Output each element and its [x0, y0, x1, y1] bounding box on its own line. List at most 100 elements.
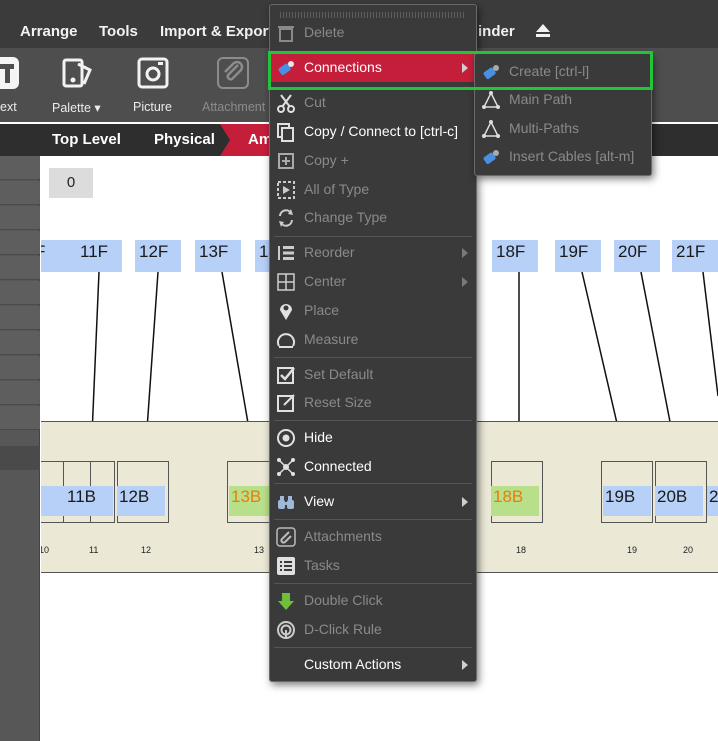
menu-item-center[interactable]: Center — [270, 268, 476, 296]
menu-item-reset-size[interactable]: Reset Size — [270, 389, 476, 417]
menu-item-custom-actions[interactable]: Custom Actions — [270, 651, 476, 679]
front-port-label[interactable]: 20F — [614, 240, 660, 272]
submenu-item-multi-paths[interactable]: Multi-Paths — [475, 115, 651, 143]
copy-plus-icon — [278, 153, 294, 169]
context-menu: Delete Connections Cut Copy / Connect to… — [269, 4, 477, 682]
cable-icon — [483, 65, 499, 79]
menu-item-all-of-type[interactable]: All of Type — [270, 176, 476, 204]
menu-item-tasks[interactable]: Tasks — [270, 552, 476, 580]
menu-item-label: Reorder — [304, 244, 355, 260]
eject-icon[interactable] — [534, 22, 552, 40]
double-click-icon — [278, 593, 294, 610]
left-panel-row[interactable] — [0, 281, 40, 305]
left-panel-row[interactable] — [0, 231, 40, 255]
breadcrumb-physical[interactable]: Physical — [154, 131, 215, 148]
left-panel-row[interactable] — [0, 306, 40, 330]
text-icon — [0, 57, 19, 89]
all-of-type-icon — [277, 181, 295, 199]
menu-separator — [274, 236, 472, 237]
back-port-label[interactable]: 19B — [603, 486, 651, 516]
menu-import-export[interactable]: Import & Export — [160, 23, 273, 40]
menu-drag-handle[interactable] — [280, 12, 466, 18]
menu-item-hide[interactable]: Hide — [270, 424, 476, 452]
cable-icon — [278, 61, 294, 75]
submenu-item-label: Multi-Paths — [509, 120, 580, 136]
left-panel-row[interactable] — [0, 356, 40, 380]
back-port-label[interactable]: 2 — [707, 486, 718, 516]
menu-arrange[interactable]: Arrange — [20, 23, 78, 40]
center-icon — [277, 273, 295, 291]
menu-item-label: Copy + — [304, 152, 349, 168]
menu-item-label: Center — [304, 273, 347, 289]
menu-item-reorder[interactable]: Reorder — [270, 239, 476, 267]
submenu-item-label: Create [ctrl-l] — [509, 63, 590, 79]
front-port-label[interactable]: 21F — [672, 240, 718, 272]
back-port-label-selected[interactable]: 18B — [491, 486, 539, 516]
left-panel — [0, 156, 40, 741]
front-port-label[interactable]: 19F — [555, 240, 601, 272]
menu-separator — [274, 420, 472, 421]
menu-item-label: Measure — [304, 331, 359, 347]
front-port-label[interactable]: 11F — [76, 240, 122, 272]
left-panel-row[interactable] — [0, 181, 40, 205]
menu-item-view[interactable]: View — [270, 488, 476, 516]
left-panel-row[interactable] — [0, 381, 40, 405]
back-port-label[interactable]: 3 — [41, 486, 67, 516]
picture-icon — [137, 57, 169, 89]
menu-item-double-click[interactable]: Double Click — [270, 587, 476, 615]
menu-item-label: Change Type — [304, 209, 388, 225]
slot-number: 12 — [141, 545, 152, 555]
palette-tool-label: Palette ▾ — [52, 101, 101, 115]
menu-item-label: Copy / Connect to [ctrl-c] — [304, 123, 459, 139]
back-port-label[interactable]: 11B — [65, 486, 113, 516]
back-port-label[interactable]: 12B — [117, 486, 165, 516]
menu-item-label: Cut — [304, 94, 326, 110]
menu-item-copy-connect[interactable]: Copy / Connect to [ctrl-c] — [270, 118, 476, 146]
left-panel-row[interactable] — [0, 331, 40, 355]
menu-item-copy-plus[interactable]: Copy + — [270, 147, 476, 175]
menu-item-dclick-rule[interactable]: D-Click Rule — [270, 616, 476, 644]
menu-separator — [274, 583, 472, 584]
menu-item-attachments[interactable]: Attachments — [270, 523, 476, 551]
breadcrumb-top-level[interactable]: Top Level — [52, 131, 121, 148]
menu-item-label: Delete — [304, 24, 345, 40]
left-panel-row[interactable] — [0, 156, 40, 180]
menu-separator — [274, 357, 472, 358]
menu-item-connected[interactable]: Connected — [270, 453, 476, 481]
submenu-item-insert-cables[interactable]: Insert Cables [alt-m] — [475, 143, 651, 171]
submenu-arrow-icon — [462, 248, 468, 258]
left-panel-row[interactable] — [0, 206, 40, 230]
multi-path-icon — [482, 120, 500, 138]
menu-tools[interactable]: Tools — [99, 23, 138, 40]
menu-item-change-type[interactable]: Change Type — [270, 204, 476, 232]
front-port-label[interactable]: 13F — [195, 240, 241, 272]
click-rule-icon — [277, 621, 295, 639]
front-port-label[interactable]: 18F — [492, 240, 538, 272]
left-panel-row[interactable] — [0, 406, 40, 430]
submenu-item-create[interactable]: Create [ctrl-l] — [475, 58, 651, 86]
left-panel-row[interactable] — [0, 256, 40, 280]
menu-item-connections[interactable]: Connections — [270, 54, 476, 82]
left-panel-row[interactable] — [0, 446, 40, 470]
submenu-arrow-icon — [462, 277, 468, 287]
submenu-item-main-path[interactable]: Main Path — [475, 86, 651, 114]
text-tool[interactable]: ext — [0, 48, 30, 122]
picture-tool[interactable]: Picture — [130, 48, 180, 122]
menu-separator — [274, 483, 472, 484]
attachment-tool[interactable]: Attachment — [200, 48, 270, 122]
menu-finder[interactable]: inder — [478, 23, 515, 40]
palette-tool[interactable]: Palette ▾ — [50, 48, 110, 122]
menu-item-place[interactable]: Place — [270, 297, 476, 325]
front-port-label[interactable]: 12F — [135, 240, 181, 272]
back-port-label[interactable]: 20B — [655, 486, 703, 516]
copy-icon — [277, 123, 294, 142]
measure-icon — [277, 333, 295, 348]
text-tool-label: ext — [0, 100, 17, 114]
menu-item-set-default[interactable]: Set Default — [270, 361, 476, 389]
palette-icon — [62, 58, 92, 88]
menu-item-measure[interactable]: Measure — [270, 326, 476, 354]
insert-cable-icon — [483, 150, 499, 164]
front-port-label[interactable]: F — [41, 240, 77, 272]
menu-item-delete[interactable]: Delete — [270, 19, 476, 47]
menu-item-cut[interactable]: Cut — [270, 89, 476, 117]
